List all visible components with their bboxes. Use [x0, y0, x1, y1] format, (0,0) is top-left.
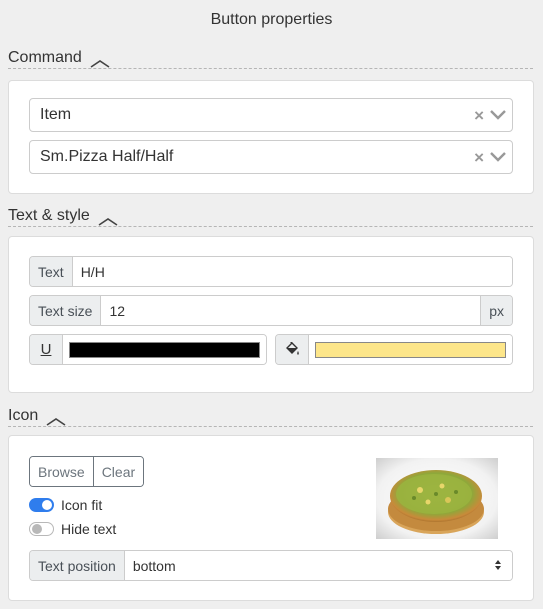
text-position-label: Text position [30, 551, 125, 580]
fill-color-picker[interactable] [309, 335, 512, 364]
icon-button-group: Browse Clear [29, 456, 145, 487]
dialog-title: Button properties [210, 11, 333, 28]
text-size-unit: px [480, 296, 512, 325]
chevron-up-icon[interactable] [98, 213, 118, 231]
text-input[interactable]: H/H [72, 257, 512, 286]
hide-text-label: Hide text [61, 521, 117, 537]
icon-section-header[interactable]: Icon [8, 407, 533, 427]
chevron-up-icon[interactable] [90, 55, 110, 73]
icon-fit-toggle[interactable] [29, 498, 54, 512]
chevron-down-icon[interactable] [490, 110, 506, 120]
underline-button[interactable]: U [30, 335, 63, 364]
browse-button[interactable]: Browse [30, 457, 93, 486]
command-section-label: Command [8, 49, 82, 66]
text-style-panel: Text H/H Text size 12 px U [8, 236, 534, 393]
text-style-section-label: Text & style [8, 207, 90, 224]
pizza-photo-image [376, 458, 498, 539]
clear-icon[interactable]: × [474, 149, 484, 166]
clear-icon[interactable]: × [474, 107, 484, 124]
hide-text-toggle[interactable] [29, 522, 54, 536]
text-size-input-group: Text size 12 px [29, 295, 513, 326]
fill-color-swatch[interactable] [315, 341, 506, 358]
icon-panel: Browse Clear Icon fit Hide text Text pos… [8, 435, 534, 601]
text-color-swatch[interactable] [69, 341, 260, 358]
command-type-select[interactable]: Item × [29, 98, 513, 132]
command-item-select[interactable]: Sm.Pizza Half/Half × [29, 140, 513, 174]
command-type-value: Item [40, 106, 72, 123]
text-size-label: Text size [30, 296, 102, 325]
text-input-group: Text H/H [29, 256, 513, 287]
text-color-picker[interactable] [63, 335, 266, 364]
text-style-section-header[interactable]: Text & style [8, 207, 533, 227]
text-position-select[interactable]: bottom [124, 551, 512, 580]
sort-arrows-icon[interactable] [494, 558, 502, 574]
text-color-group: U [29, 334, 267, 365]
command-item-value: Sm.Pizza Half/Half [40, 148, 174, 165]
fill-color-group [275, 334, 513, 365]
icon-section-label: Icon [8, 407, 39, 424]
command-panel: Item × Sm.Pizza Half/Half × [8, 80, 534, 194]
chevron-down-icon[interactable] [490, 152, 506, 162]
icon-fit-label: Icon fit [61, 497, 103, 513]
chevron-up-icon[interactable] [46, 413, 66, 431]
icon-fit-toggle-row[interactable]: Icon fit [29, 497, 102, 513]
text-position-group: Text position bottom [29, 550, 513, 581]
text-position-value: bottom [132, 557, 176, 574]
text-label: Text [30, 257, 73, 286]
clear-button[interactable]: Clear [92, 457, 144, 486]
text-size-input[interactable]: 12 [101, 296, 481, 325]
paint-bucket-icon[interactable] [276, 335, 309, 364]
underline-label: U [40, 341, 52, 358]
hide-text-toggle-row[interactable]: Hide text [29, 521, 116, 537]
command-section-header[interactable]: Command [8, 49, 533, 69]
